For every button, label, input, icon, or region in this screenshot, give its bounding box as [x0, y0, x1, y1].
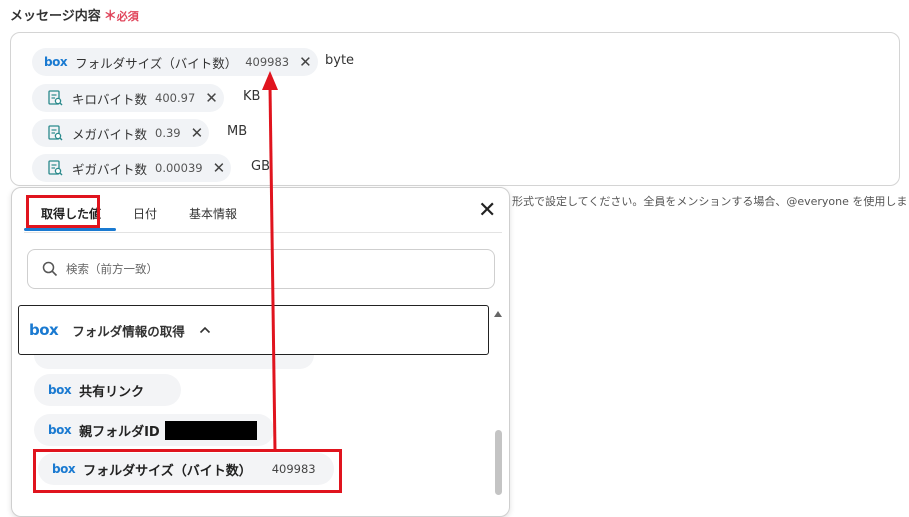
annotation-arrow — [262, 71, 278, 452]
